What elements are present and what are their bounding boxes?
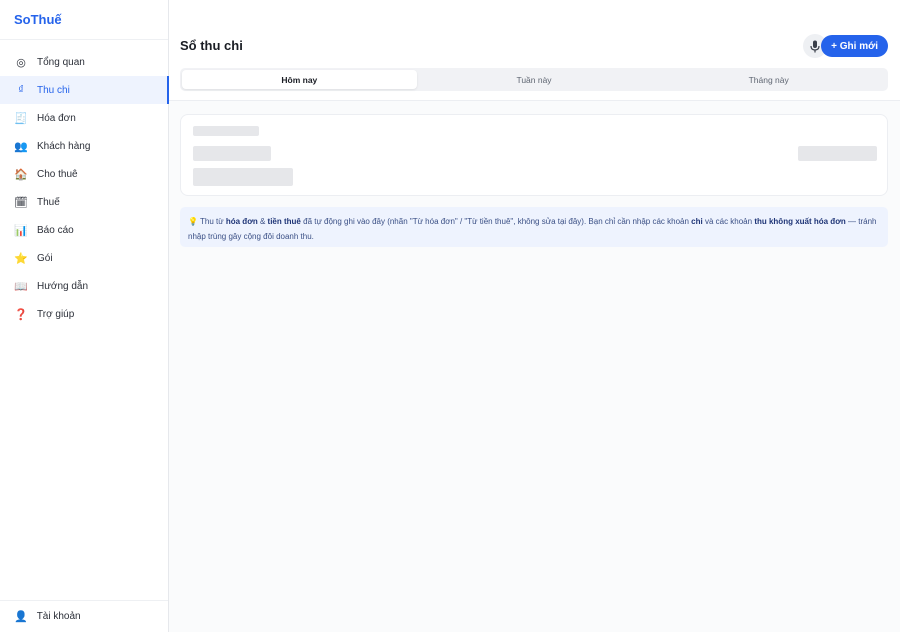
page-title: Sổ thu chi: [180, 38, 243, 53]
book-icon: 📖: [14, 280, 28, 293]
sidebar-item-label: Khách hàng: [37, 140, 91, 152]
skeleton-line: [193, 146, 271, 161]
sidebar-item-label: Hướng dẫn: [37, 280, 89, 292]
people-icon: 👥: [14, 140, 28, 153]
tab-0[interactable]: Hôm nay: [182, 70, 417, 89]
sidebar-item-label: Thu chi: [37, 84, 70, 96]
sidebar-item-4[interactable]: 🏠 Cho thuê: [0, 160, 168, 188]
house-icon: 🏠: [14, 168, 28, 181]
summary-card-loading: [180, 114, 888, 196]
sidebar-item-label: Hóa đơn: [37, 112, 76, 124]
sidebar-item-2[interactable]: 🧾 Hóa đơn: [0, 104, 168, 132]
bar-chart-icon: 📊: [14, 224, 28, 237]
sidebar: SoThuế ◎ Tổng quan ₫ Thu chi 🧾 Hóa đơn 👥 Khách …: [0, 0, 169, 632]
tab-2[interactable]: Tháng này: [651, 70, 886, 89]
main-content: Sổ thu chi + Ghi mới Hôm nay Tuần này Thán…: [169, 0, 900, 632]
sidebar-item-label: Cho thuê: [37, 168, 78, 180]
skeleton-line: [193, 126, 259, 136]
circle-gear-icon: ◎: [16, 56, 26, 69]
period-tabs: Hôm nay Tuần này Tháng này: [180, 68, 888, 91]
sidebar-item-9[interactable]: ❓ Trợ giúp: [0, 300, 168, 328]
calendar-icon: 🗓: [14, 196, 28, 209]
sidebar-item-label: Tài khoản: [36, 611, 81, 622]
tab-1[interactable]: Tuần này: [417, 70, 652, 89]
sidebar-item-label: Tổng quan: [37, 56, 85, 68]
dong-sign-icon: ₫: [18, 84, 24, 96]
app-root: SoThuế ◎ Tổng quan ₫ Thu chi 🧾 Hóa đơn 👥 Khách …: [0, 0, 900, 632]
add-entry-button[interactable]: + Ghi mới: [821, 35, 888, 57]
sidebar-item-0[interactable]: ◎ Tổng quan: [0, 48, 168, 76]
skeleton-line: [798, 146, 877, 161]
skeleton-line: [193, 168, 293, 186]
sidebar-nav: ◎ Tổng quan ₫ Thu chi 🧾 Hóa đơn 👥 Khách hàng 🏠 Ch…: [0, 40, 169, 328]
microphone-icon: [810, 40, 820, 52]
sidebar-item-1[interactable]: ₫ Thu chi: [0, 76, 169, 104]
sidebar-item-label: Báo cáo: [37, 224, 74, 236]
sidebar-item-5[interactable]: 🗓 Thuế: [0, 188, 168, 216]
sidebar-item-3[interactable]: 👥 Khách hàng: [0, 132, 168, 160]
brand-logo[interactable]: SoThuế: [0, 0, 168, 40]
sidebar-item-label: Thuế: [37, 196, 60, 208]
sidebar-item-6[interactable]: 📊 Báo cáo: [0, 216, 168, 244]
star-icon: ⭐: [14, 252, 28, 265]
receipt-icon: 🧾: [14, 112, 28, 125]
sidebar-item-account[interactable]: 👤 Tài khoản: [0, 600, 168, 632]
sidebar-item-label: Trợ giúp: [37, 308, 75, 320]
sidebar-item-8[interactable]: 📖 Hướng dẫn: [0, 272, 168, 300]
question-icon: ❓: [14, 308, 28, 321]
lightbulb-icon: 💡: [188, 217, 198, 226]
sidebar-item-label: Gói: [37, 252, 53, 264]
user-icon: 👤: [14, 611, 28, 623]
sidebar-item-7[interactable]: ⭐ Gói: [0, 244, 168, 272]
page-header: Sổ thu chi + Ghi mới Hôm nay Tuần này Thán…: [169, 0, 900, 101]
info-note: 💡 Thu từ hóa đơn & tiền thuê đã tự động …: [180, 207, 888, 247]
